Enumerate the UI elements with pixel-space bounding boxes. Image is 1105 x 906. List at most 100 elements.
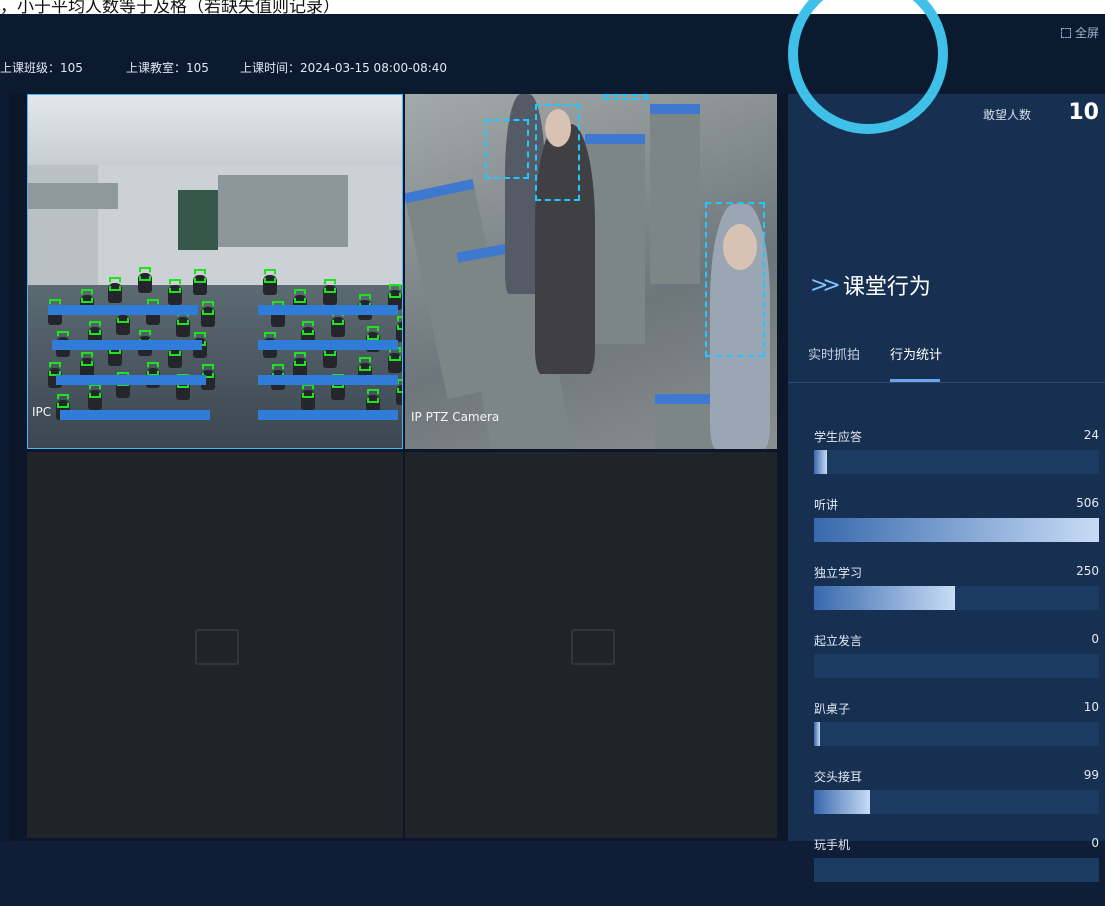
class-info: 上课班级：105 bbox=[0, 61, 83, 75]
tab-behavior-stats[interactable]: 行为统计 bbox=[890, 344, 942, 363]
behavior-stat-row: 学生应答 24 bbox=[788, 428, 1105, 498]
behavior-stat-row: 独立学习 250 bbox=[788, 564, 1105, 634]
desk bbox=[52, 340, 202, 350]
behavior-count: 250 bbox=[1076, 564, 1099, 578]
count-value: 10 bbox=[1068, 100, 1099, 125]
behavior-label: 学生应答 bbox=[814, 430, 863, 444]
behavior-stat-row: 玩手机 0 bbox=[788, 836, 1105, 906]
projector bbox=[28, 183, 118, 209]
behavior-bar-track bbox=[814, 654, 1099, 678]
detection-box bbox=[169, 279, 181, 293]
detection-box bbox=[302, 320, 314, 335]
behavior-label: 独立学习 bbox=[814, 566, 863, 580]
behavior-stat-row: 交头接耳 99 bbox=[788, 768, 1105, 838]
detection-box bbox=[705, 202, 765, 357]
top-cut-caption: ，小于平均人数等于及格（若缺失值则记录） bbox=[0, 0, 1105, 14]
fullscreen-label: 全屏 bbox=[1074, 26, 1099, 40]
room-info: 上课教室：105 bbox=[126, 61, 209, 75]
detection-box bbox=[202, 300, 214, 315]
tab-bar: 实时抓拍 行为统计 bbox=[788, 344, 1105, 383]
detection-box bbox=[367, 325, 379, 340]
behavior-bar-track bbox=[814, 858, 1099, 882]
detection-box bbox=[109, 277, 121, 291]
attendance-ring bbox=[788, 0, 948, 134]
behavior-label: 玩手机 bbox=[814, 838, 851, 852]
detection-box bbox=[397, 315, 402, 330]
detection-box bbox=[57, 393, 69, 408]
detection-box bbox=[367, 388, 379, 403]
detection-box bbox=[89, 320, 101, 335]
desk bbox=[258, 305, 398, 315]
behavior-bar-track bbox=[814, 450, 1099, 474]
desk bbox=[60, 410, 210, 420]
detection-box bbox=[264, 269, 276, 283]
section-title: >> 课堂行为 bbox=[810, 269, 931, 301]
detection-box bbox=[294, 289, 306, 303]
detection-box bbox=[147, 361, 159, 376]
detection-box bbox=[302, 383, 314, 398]
behavior-count: 99 bbox=[1083, 768, 1099, 782]
behavior-label: 听讲 bbox=[814, 498, 839, 512]
active-tab-underline bbox=[890, 379, 940, 382]
detection-box bbox=[139, 267, 151, 281]
behavior-bar-track bbox=[814, 518, 1099, 542]
behavior-stat-row: 听讲 506 bbox=[788, 496, 1105, 566]
behavior-bar-fill bbox=[814, 450, 828, 474]
right-panel: 敢望人数 10 >> 课堂行为 实时抓拍 行为统计 学生应答 24 听讲 506 独立学… bbox=[788, 0, 1105, 882]
double-chevron-icon: >> bbox=[810, 272, 841, 298]
ceiling bbox=[28, 95, 402, 165]
behavior-bar-fill bbox=[814, 518, 1099, 542]
video-grid: IPC IP PTZ Camera bbox=[10, 94, 788, 841]
projector bbox=[218, 175, 348, 247]
desk bbox=[258, 375, 398, 385]
fullscreen-icon bbox=[1060, 27, 1071, 38]
behavior-count: 24 bbox=[1083, 428, 1099, 442]
camera-feed-2[interactable]: IP PTZ Camera bbox=[405, 94, 777, 449]
desk bbox=[258, 340, 398, 350]
desk bbox=[258, 410, 398, 420]
behavior-bar-track bbox=[814, 790, 1099, 814]
detection-box bbox=[485, 119, 529, 179]
camera-feed-3[interactable] bbox=[27, 452, 403, 838]
behavior-count: 0 bbox=[1091, 632, 1099, 646]
behavior-count: 10 bbox=[1083, 700, 1099, 714]
desk bbox=[56, 375, 206, 385]
detection-box bbox=[535, 104, 580, 201]
tab-realtime-capture[interactable]: 实时抓拍 bbox=[808, 344, 860, 363]
fullscreen-button[interactable]: 全屏 bbox=[1060, 24, 1099, 41]
detection-box bbox=[81, 352, 93, 366]
behavior-bar-track bbox=[814, 586, 1099, 610]
detection-box bbox=[389, 284, 401, 298]
desk bbox=[650, 104, 700, 284]
behavior-bar-track bbox=[814, 722, 1099, 746]
detection-box bbox=[359, 357, 371, 371]
detection-box bbox=[89, 383, 101, 398]
camera-feed-4[interactable] bbox=[405, 452, 777, 838]
behavior-stat-row: 起立发言 0 bbox=[788, 632, 1105, 702]
behavior-count: 0 bbox=[1091, 836, 1099, 850]
count-label: 敢望人数 bbox=[983, 108, 1032, 122]
behavior-count: 506 bbox=[1076, 496, 1099, 510]
left-strip bbox=[0, 94, 10, 841]
detection-box bbox=[194, 269, 206, 283]
behavior-bar-fill bbox=[814, 722, 820, 746]
time-info: 上课时间：2024-03-15 08:00-08:40 bbox=[240, 61, 448, 75]
top-cut-text: ，小于平均人数等于及格（若缺失值则记录） bbox=[0, 0, 340, 14]
detection-box bbox=[81, 289, 93, 303]
behavior-bar-fill bbox=[814, 790, 870, 814]
detection-box bbox=[294, 352, 306, 366]
behavior-label: 趴桌子 bbox=[814, 702, 851, 716]
desk bbox=[48, 305, 198, 315]
behavior-label: 交头接耳 bbox=[814, 770, 863, 784]
blackboard bbox=[178, 190, 218, 250]
no-signal-icon bbox=[571, 629, 615, 665]
no-signal-icon bbox=[195, 629, 239, 665]
camera-label: IP PTZ Camera bbox=[411, 410, 500, 424]
camera-label: IPC bbox=[32, 405, 52, 419]
behavior-bar-fill bbox=[814, 586, 955, 610]
section-title-text: 课堂行为 bbox=[842, 275, 931, 300]
camera-feed-1[interactable]: IPC bbox=[27, 94, 403, 449]
behavior-stat-row: 趴桌子 10 bbox=[788, 700, 1105, 770]
detection-box bbox=[603, 94, 648, 100]
behavior-label: 起立发言 bbox=[814, 634, 863, 648]
